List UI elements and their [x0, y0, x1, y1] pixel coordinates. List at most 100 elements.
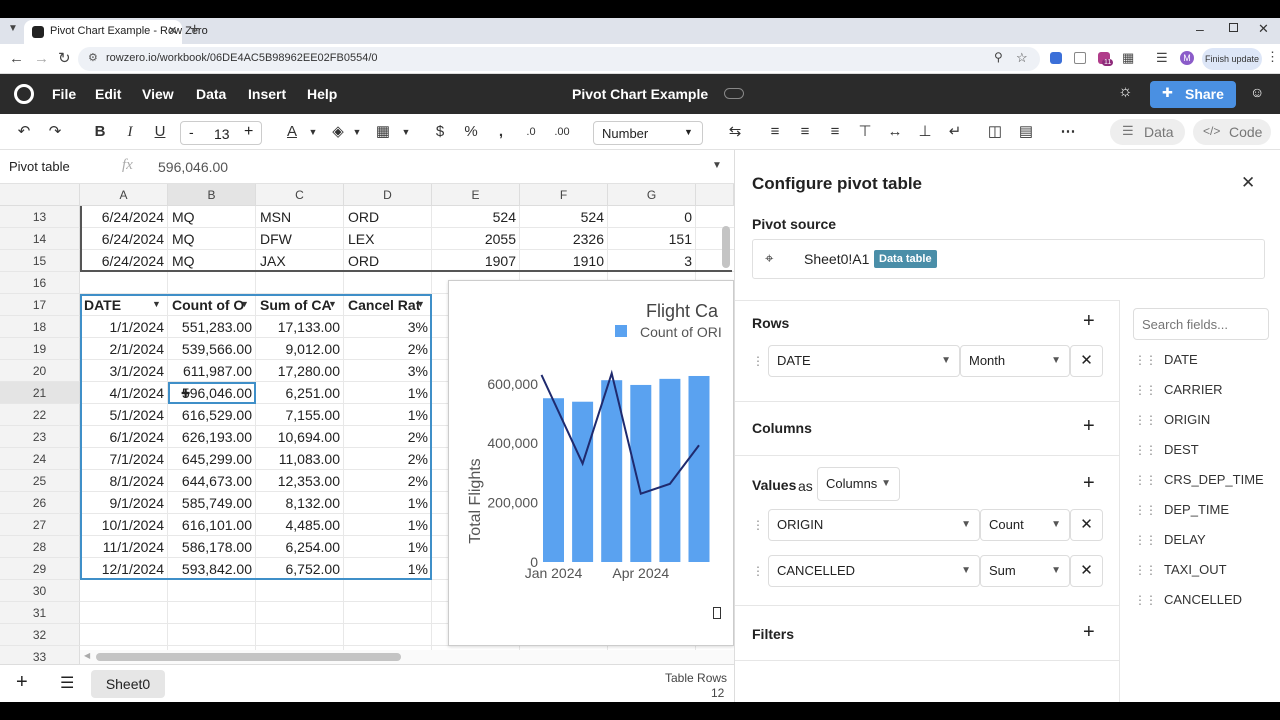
- row-header[interactable]: 16: [0, 272, 80, 294]
- decrease-font-button[interactable]: -: [189, 124, 194, 140]
- add-value-icon[interactable]: +: [1083, 472, 1095, 495]
- column-header-c[interactable]: C: [256, 184, 344, 206]
- vertical-scrollbar[interactable]: [722, 226, 730, 268]
- column-header-b[interactable]: B: [168, 184, 256, 206]
- reload-icon[interactable]: ↻: [58, 49, 71, 67]
- add-sheet-icon[interactable]: +: [16, 671, 28, 694]
- italic-icon[interactable]: I: [120, 122, 140, 142]
- bookmark-star-icon[interactable]: ☆: [1016, 50, 1028, 66]
- field-item[interactable]: ⋮⋮ CANCELLED: [1134, 592, 1242, 607]
- menu-data[interactable]: Data: [196, 86, 226, 102]
- borders-icon[interactable]: ▦: [373, 122, 393, 142]
- share-button[interactable]: ✚ Share: [1150, 81, 1236, 108]
- row-header[interactable]: 24: [0, 448, 80, 470]
- account-icon[interactable]: ☺: [1250, 84, 1264, 100]
- column-header-a[interactable]: A: [80, 184, 168, 206]
- add-filter-icon[interactable]: +: [1083, 621, 1095, 644]
- row-group-select[interactable]: Month ▼: [960, 345, 1070, 377]
- decrease-decimal-icon[interactable]: .0: [521, 122, 541, 142]
- spreadsheet-grid[interactable]: A B C D E F G 13 14 15 16 17 18 19 20 21 22 23 24 25…: [0, 184, 734, 664]
- field-item[interactable]: ⋮⋮ TAXI_OUT: [1134, 562, 1227, 577]
- fill-color-icon[interactable]: ◈: [328, 122, 348, 142]
- field-item[interactable]: ⋮⋮ DELAY: [1134, 532, 1206, 547]
- extension-icon[interactable]: [1050, 52, 1062, 64]
- text-color-icon[interactable]: A: [282, 122, 302, 142]
- row-header[interactable]: 18: [0, 316, 80, 338]
- row-field-select[interactable]: DATE ▼: [768, 345, 960, 377]
- field-item[interactable]: ⋮⋮ DEST: [1134, 442, 1199, 457]
- row-header[interactable]: 30: [0, 580, 80, 602]
- minimize-icon[interactable]: –: [1196, 21, 1204, 37]
- text-color-caret-icon[interactable]: ▼: [306, 122, 320, 142]
- browser-menu-icon[interactable]: ⋮: [1266, 49, 1279, 65]
- extension-2-icon[interactable]: [1074, 52, 1086, 64]
- row-header[interactable]: 23: [0, 426, 80, 448]
- value-field-select-origin[interactable]: ORIGIN ▼: [768, 509, 980, 541]
- more-options-icon[interactable]: ⋯: [1058, 122, 1078, 142]
- merge-cells-icon[interactable]: ⇆: [724, 122, 746, 142]
- row-header[interactable]: 22: [0, 404, 80, 426]
- value-agg-select-sum[interactable]: Sum ▼: [980, 555, 1070, 587]
- chart-resize-handle-icon[interactable]: [713, 607, 721, 619]
- code-button[interactable]: </> Code: [1193, 119, 1271, 145]
- row-header[interactable]: 21: [0, 382, 80, 404]
- undo-icon[interactable]: ↶: [14, 122, 34, 142]
- row-header[interactable]: 14: [0, 228, 80, 250]
- field-item[interactable]: ⋮⋮ CARRIER: [1134, 382, 1223, 397]
- column-header-g[interactable]: G: [608, 184, 696, 206]
- finish-update-button[interactable]: Finish update: [1202, 48, 1262, 70]
- column-header-f[interactable]: F: [520, 184, 608, 206]
- name-box[interactable]: Pivot table: [9, 159, 70, 174]
- currency-icon[interactable]: $: [432, 122, 448, 142]
- column-header-e[interactable]: E: [432, 184, 520, 206]
- row-header[interactable]: 29: [0, 558, 80, 580]
- theme-lightbulb-icon[interactable]: ☼: [1118, 83, 1133, 101]
- sheet-list-icon[interactable]: ☰: [60, 673, 74, 693]
- extensions-puzzle-icon[interactable]: ▦: [1122, 50, 1134, 66]
- text-wrap-icon[interactable]: ↵: [946, 122, 964, 142]
- remove-value-origin-button[interactable]: ✕: [1070, 509, 1103, 541]
- tab-list-chevron-icon[interactable]: ▼: [8, 23, 18, 34]
- corner-header[interactable]: [0, 184, 80, 206]
- increase-font-button[interactable]: +: [244, 123, 253, 141]
- row-header[interactable]: 32: [0, 624, 80, 646]
- remove-row-button[interactable]: ✕: [1070, 345, 1103, 377]
- borders-caret-icon[interactable]: ▼: [399, 122, 413, 142]
- field-item[interactable]: ⋮⋮ CRS_DEP_TIME: [1134, 472, 1264, 487]
- menu-file[interactable]: File: [52, 86, 76, 102]
- add-row-icon[interactable]: +: [1083, 310, 1095, 333]
- field-item[interactable]: ⋮⋮ DEP_TIME: [1134, 502, 1229, 517]
- comma-format-icon[interactable]: ,: [494, 122, 508, 142]
- close-panel-icon[interactable]: ✕: [1241, 173, 1255, 193]
- new-tab-icon[interactable]: +: [190, 21, 199, 39]
- number-format-select[interactable]: Number ▼: [593, 121, 703, 145]
- back-icon[interactable]: ←: [9, 50, 24, 67]
- menu-view[interactable]: View: [142, 86, 174, 102]
- column-header-d[interactable]: D: [344, 184, 432, 206]
- crosshair-icon[interactable]: ⌖: [765, 250, 773, 267]
- pivot-icon[interactable]: ◫: [986, 122, 1004, 142]
- row-header[interactable]: 17: [0, 294, 80, 316]
- row-header[interactable]: 26: [0, 492, 80, 514]
- row-header[interactable]: 20: [0, 360, 80, 382]
- fill-color-caret-icon[interactable]: ▼: [350, 122, 364, 142]
- row-header[interactable]: 33: [0, 646, 80, 664]
- pivot-chart[interactable]: Flight Ca Count of ORI Total Flights 0 20…: [448, 280, 734, 646]
- workbook-title[interactable]: Pivot Chart Example: [572, 86, 708, 102]
- row-header[interactable]: 25: [0, 470, 80, 492]
- remove-value-cancelled-button[interactable]: ✕: [1070, 555, 1103, 587]
- search-fields-input[interactable]: [1133, 308, 1269, 340]
- insert-chart-icon[interactable]: ▤: [1017, 122, 1035, 142]
- row-header[interactable]: 19: [0, 338, 80, 360]
- sheet-tab-sheet0[interactable]: Sheet0: [91, 670, 165, 698]
- url-field[interactable]: ⚙ rowzero.io/workbook/06DE4AC5B98962EE02…: [78, 47, 1040, 71]
- percent-icon[interactable]: %: [462, 122, 480, 142]
- expand-formula-chevron-icon[interactable]: ▼: [712, 160, 722, 171]
- close-tab-icon[interactable]: ✕: [168, 24, 177, 37]
- profile-avatar[interactable]: M: [1180, 51, 1194, 65]
- field-item[interactable]: ⋮⋮ ORIGIN: [1134, 412, 1210, 427]
- font-size-value[interactable]: 13: [214, 126, 230, 142]
- menu-help[interactable]: Help: [307, 86, 337, 102]
- increase-decimal-icon[interactable]: .00: [551, 122, 573, 142]
- site-info-icon[interactable]: ⚙: [88, 51, 98, 64]
